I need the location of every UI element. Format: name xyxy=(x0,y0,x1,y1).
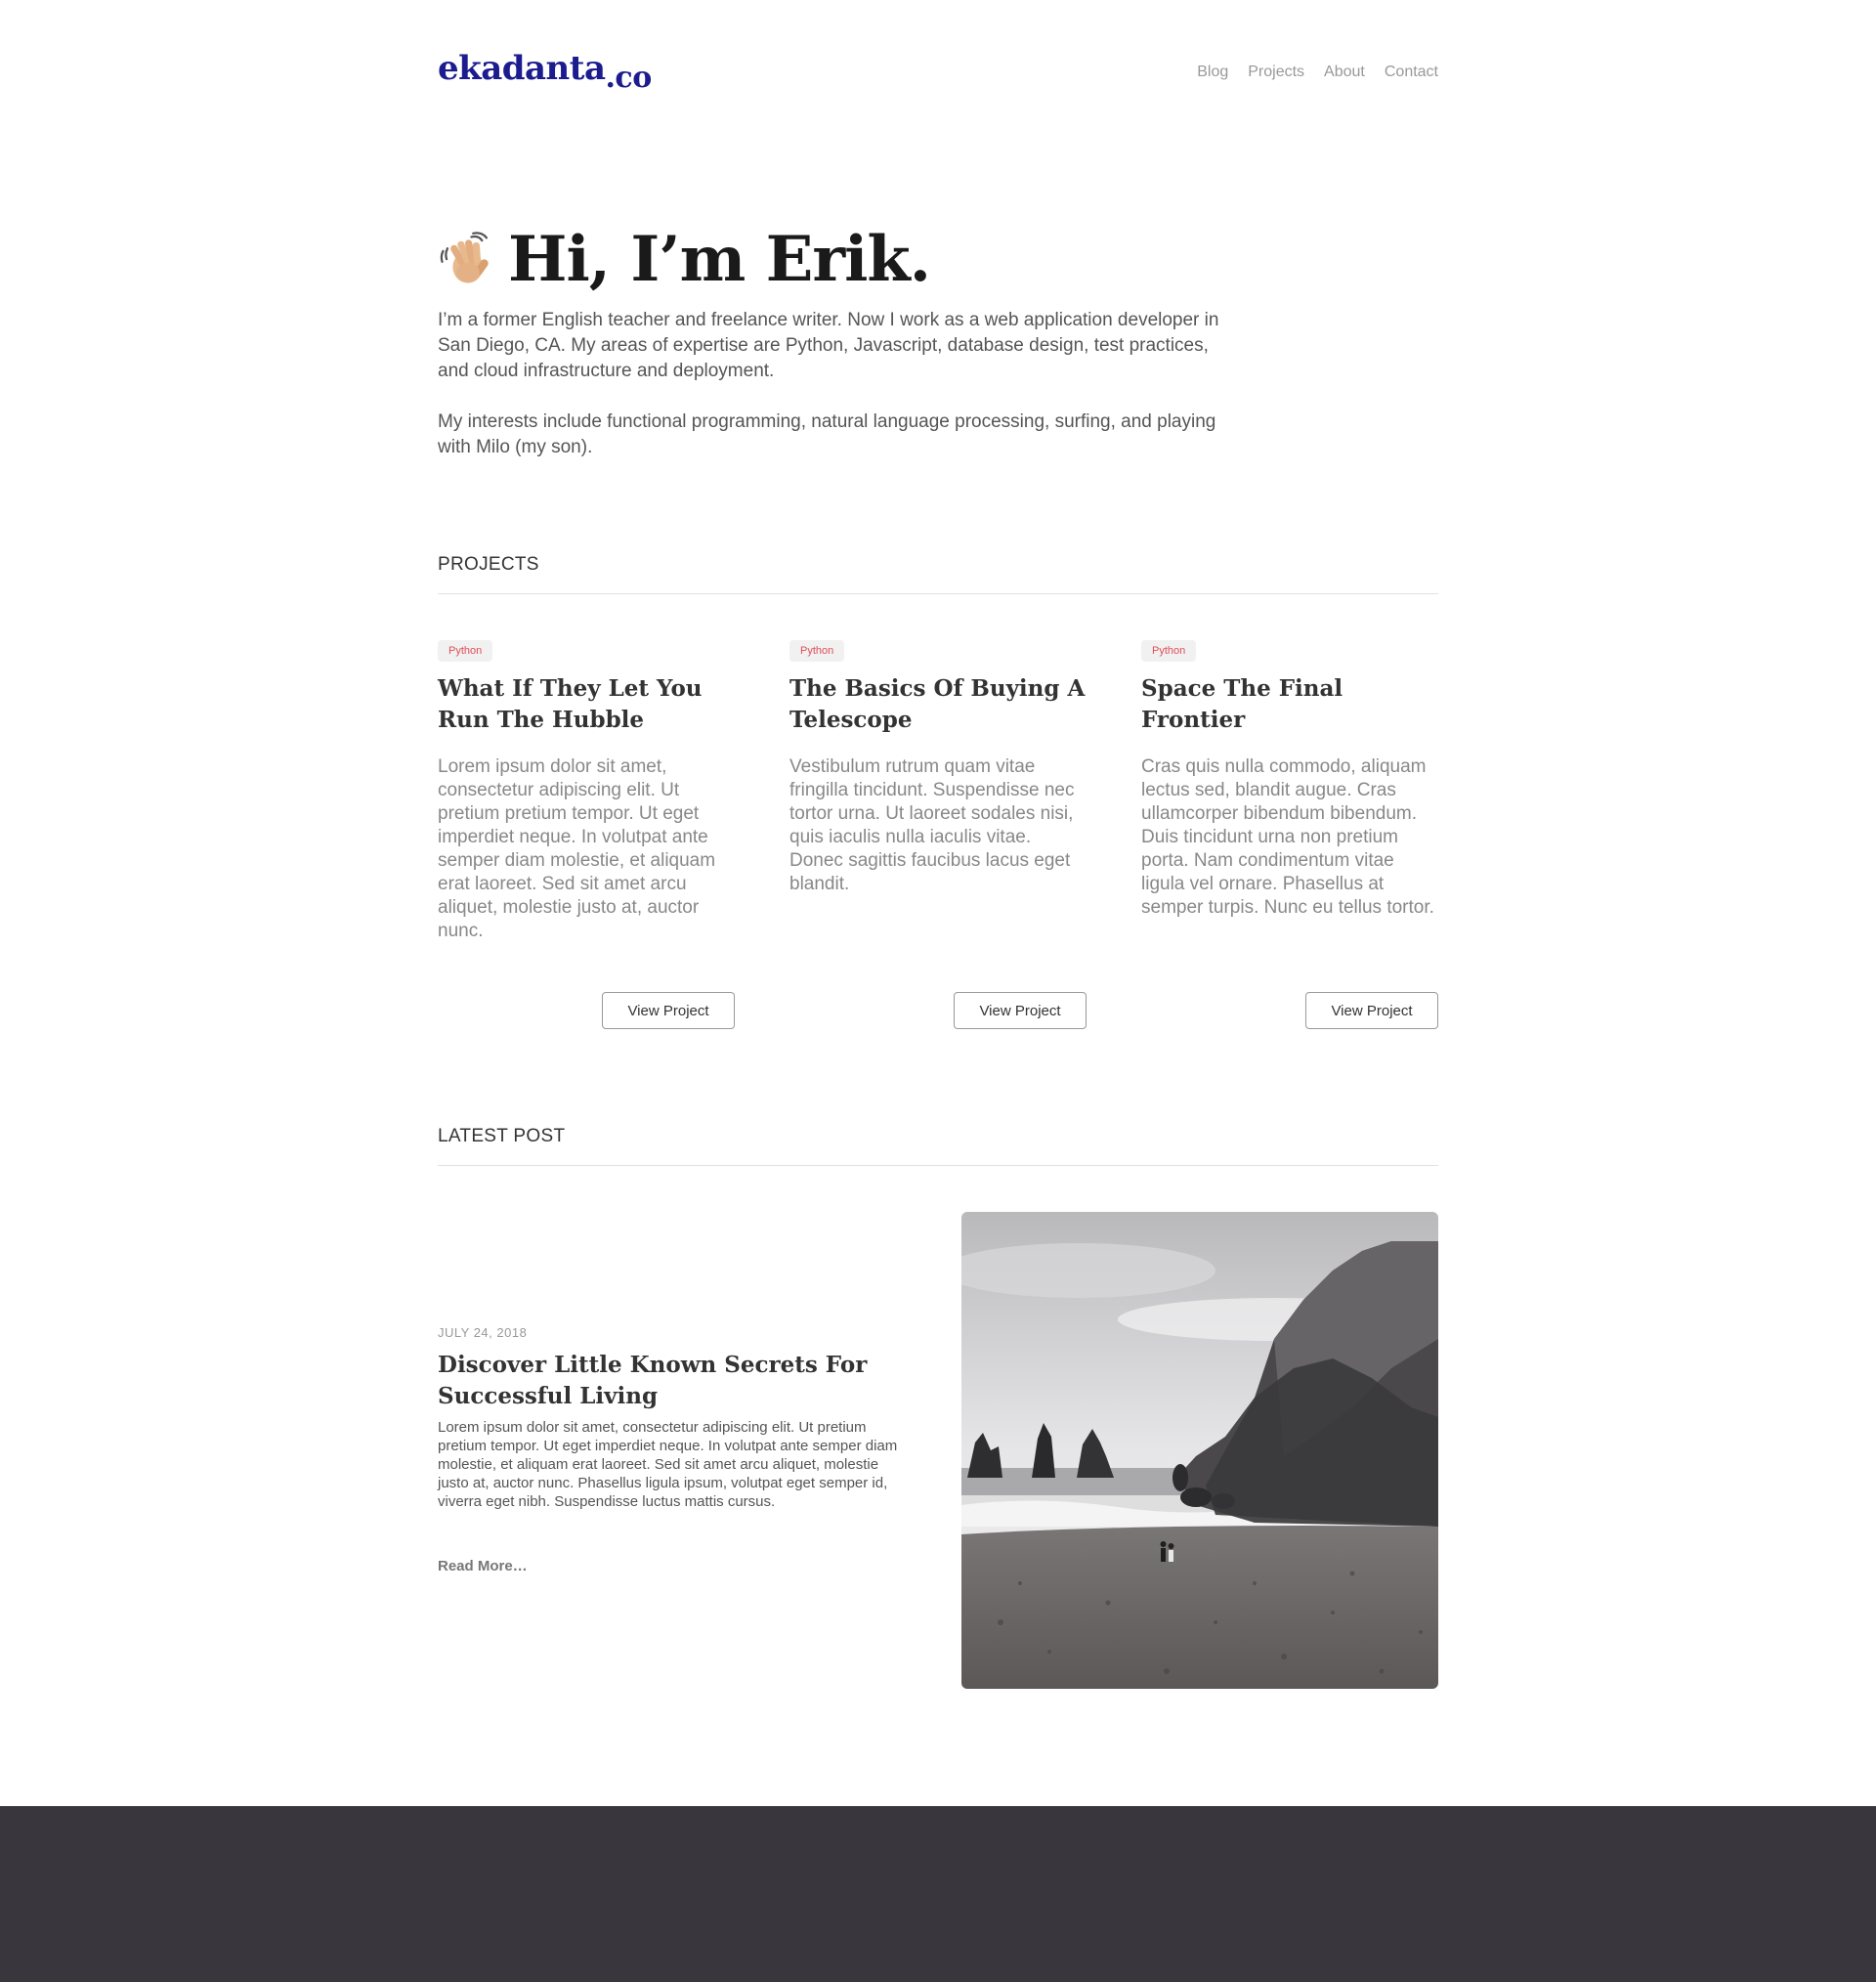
site-logo[interactable]: ekadanta.co xyxy=(438,49,652,95)
hero-title-row: Hi, I’m Erik. xyxy=(438,223,1219,296)
project-tag[interactable]: Python xyxy=(1141,640,1197,662)
project-description: Lorem ipsum dolor sit amet, consectetur … xyxy=(438,756,716,941)
project-title[interactable]: Space The Final Frontier xyxy=(1141,673,1438,736)
project-title[interactable]: What If They Let You Run The Hubble xyxy=(438,673,735,736)
hero-interests-paragraph: My interests include functional programm… xyxy=(438,411,1216,457)
hero-section: Hi, I’m Erik. I’m a former English teach… xyxy=(438,223,1219,486)
project-tag[interactable]: Python xyxy=(789,640,845,662)
post-excerpt: Lorem ipsum dolor sit amet, consectetur … xyxy=(438,1419,898,1510)
latest-post-divider xyxy=(438,1165,1438,1166)
project-title[interactable]: The Basics Of Buying A Telescope xyxy=(789,673,1087,736)
hero-heading: Hi, I’m Erik. xyxy=(508,223,931,296)
nav-link-about[interactable]: About xyxy=(1324,64,1365,81)
view-project-button[interactable]: View Project xyxy=(1305,992,1438,1029)
logo-tld: .co xyxy=(605,61,652,95)
hero-intro-paragraph: I’m a former English teacher and freelan… xyxy=(438,310,1219,381)
latest-post-heading: LATEST POST xyxy=(438,1126,566,1146)
site-header: ekadanta.co Blog Projects About Contact xyxy=(438,49,1438,98)
project-tag[interactable]: Python xyxy=(438,640,493,662)
nav-link-blog[interactable]: Blog xyxy=(1197,64,1228,81)
project-card: Python The Basics Of Buying A Telescope … xyxy=(789,640,1087,1031)
view-project-button[interactable]: View Project xyxy=(602,992,735,1029)
project-description: Vestibulum rutrum quam vitae fringilla t… xyxy=(789,756,1075,894)
waving-hand-icon xyxy=(440,231,489,283)
projects-grid: Python What If They Let You Run The Hubb… xyxy=(438,640,1438,1031)
post-image[interactable] xyxy=(961,1212,1438,1689)
projects-heading: PROJECTS xyxy=(438,554,539,575)
main-nav: Blog Projects About Contact xyxy=(1197,64,1438,81)
projects-section-header: PROJECTS xyxy=(438,554,1438,594)
latest-post-section-header: LATEST POST xyxy=(438,1126,1438,1166)
site-footer xyxy=(0,1806,1876,1982)
view-project-button[interactable]: View Project xyxy=(954,992,1087,1029)
project-description: Cras quis nulla commodo, aliquam lectus … xyxy=(1141,756,1434,918)
logo-main: ekadanta xyxy=(438,49,606,88)
latest-post: JULY 24, 2018 Discover Little Known Secr… xyxy=(438,1212,1438,1691)
beach-cliffs-photo xyxy=(961,1212,1438,1689)
nav-link-projects[interactable]: Projects xyxy=(1248,64,1304,81)
read-more-link[interactable]: Read More… xyxy=(438,1558,528,1574)
post-title[interactable]: Discover Little Known Secrets For Succes… xyxy=(438,1350,907,1412)
project-card: Python What If They Let You Run The Hubb… xyxy=(438,640,735,1031)
post-date: JULY 24, 2018 xyxy=(438,1325,528,1340)
post-text-block: JULY 24, 2018 Discover Little Known Secr… xyxy=(438,1325,907,1575)
project-card: Python Space The Final Frontier Cras qui… xyxy=(1141,640,1438,1031)
projects-divider xyxy=(438,593,1438,594)
nav-link-contact[interactable]: Contact xyxy=(1385,64,1438,81)
